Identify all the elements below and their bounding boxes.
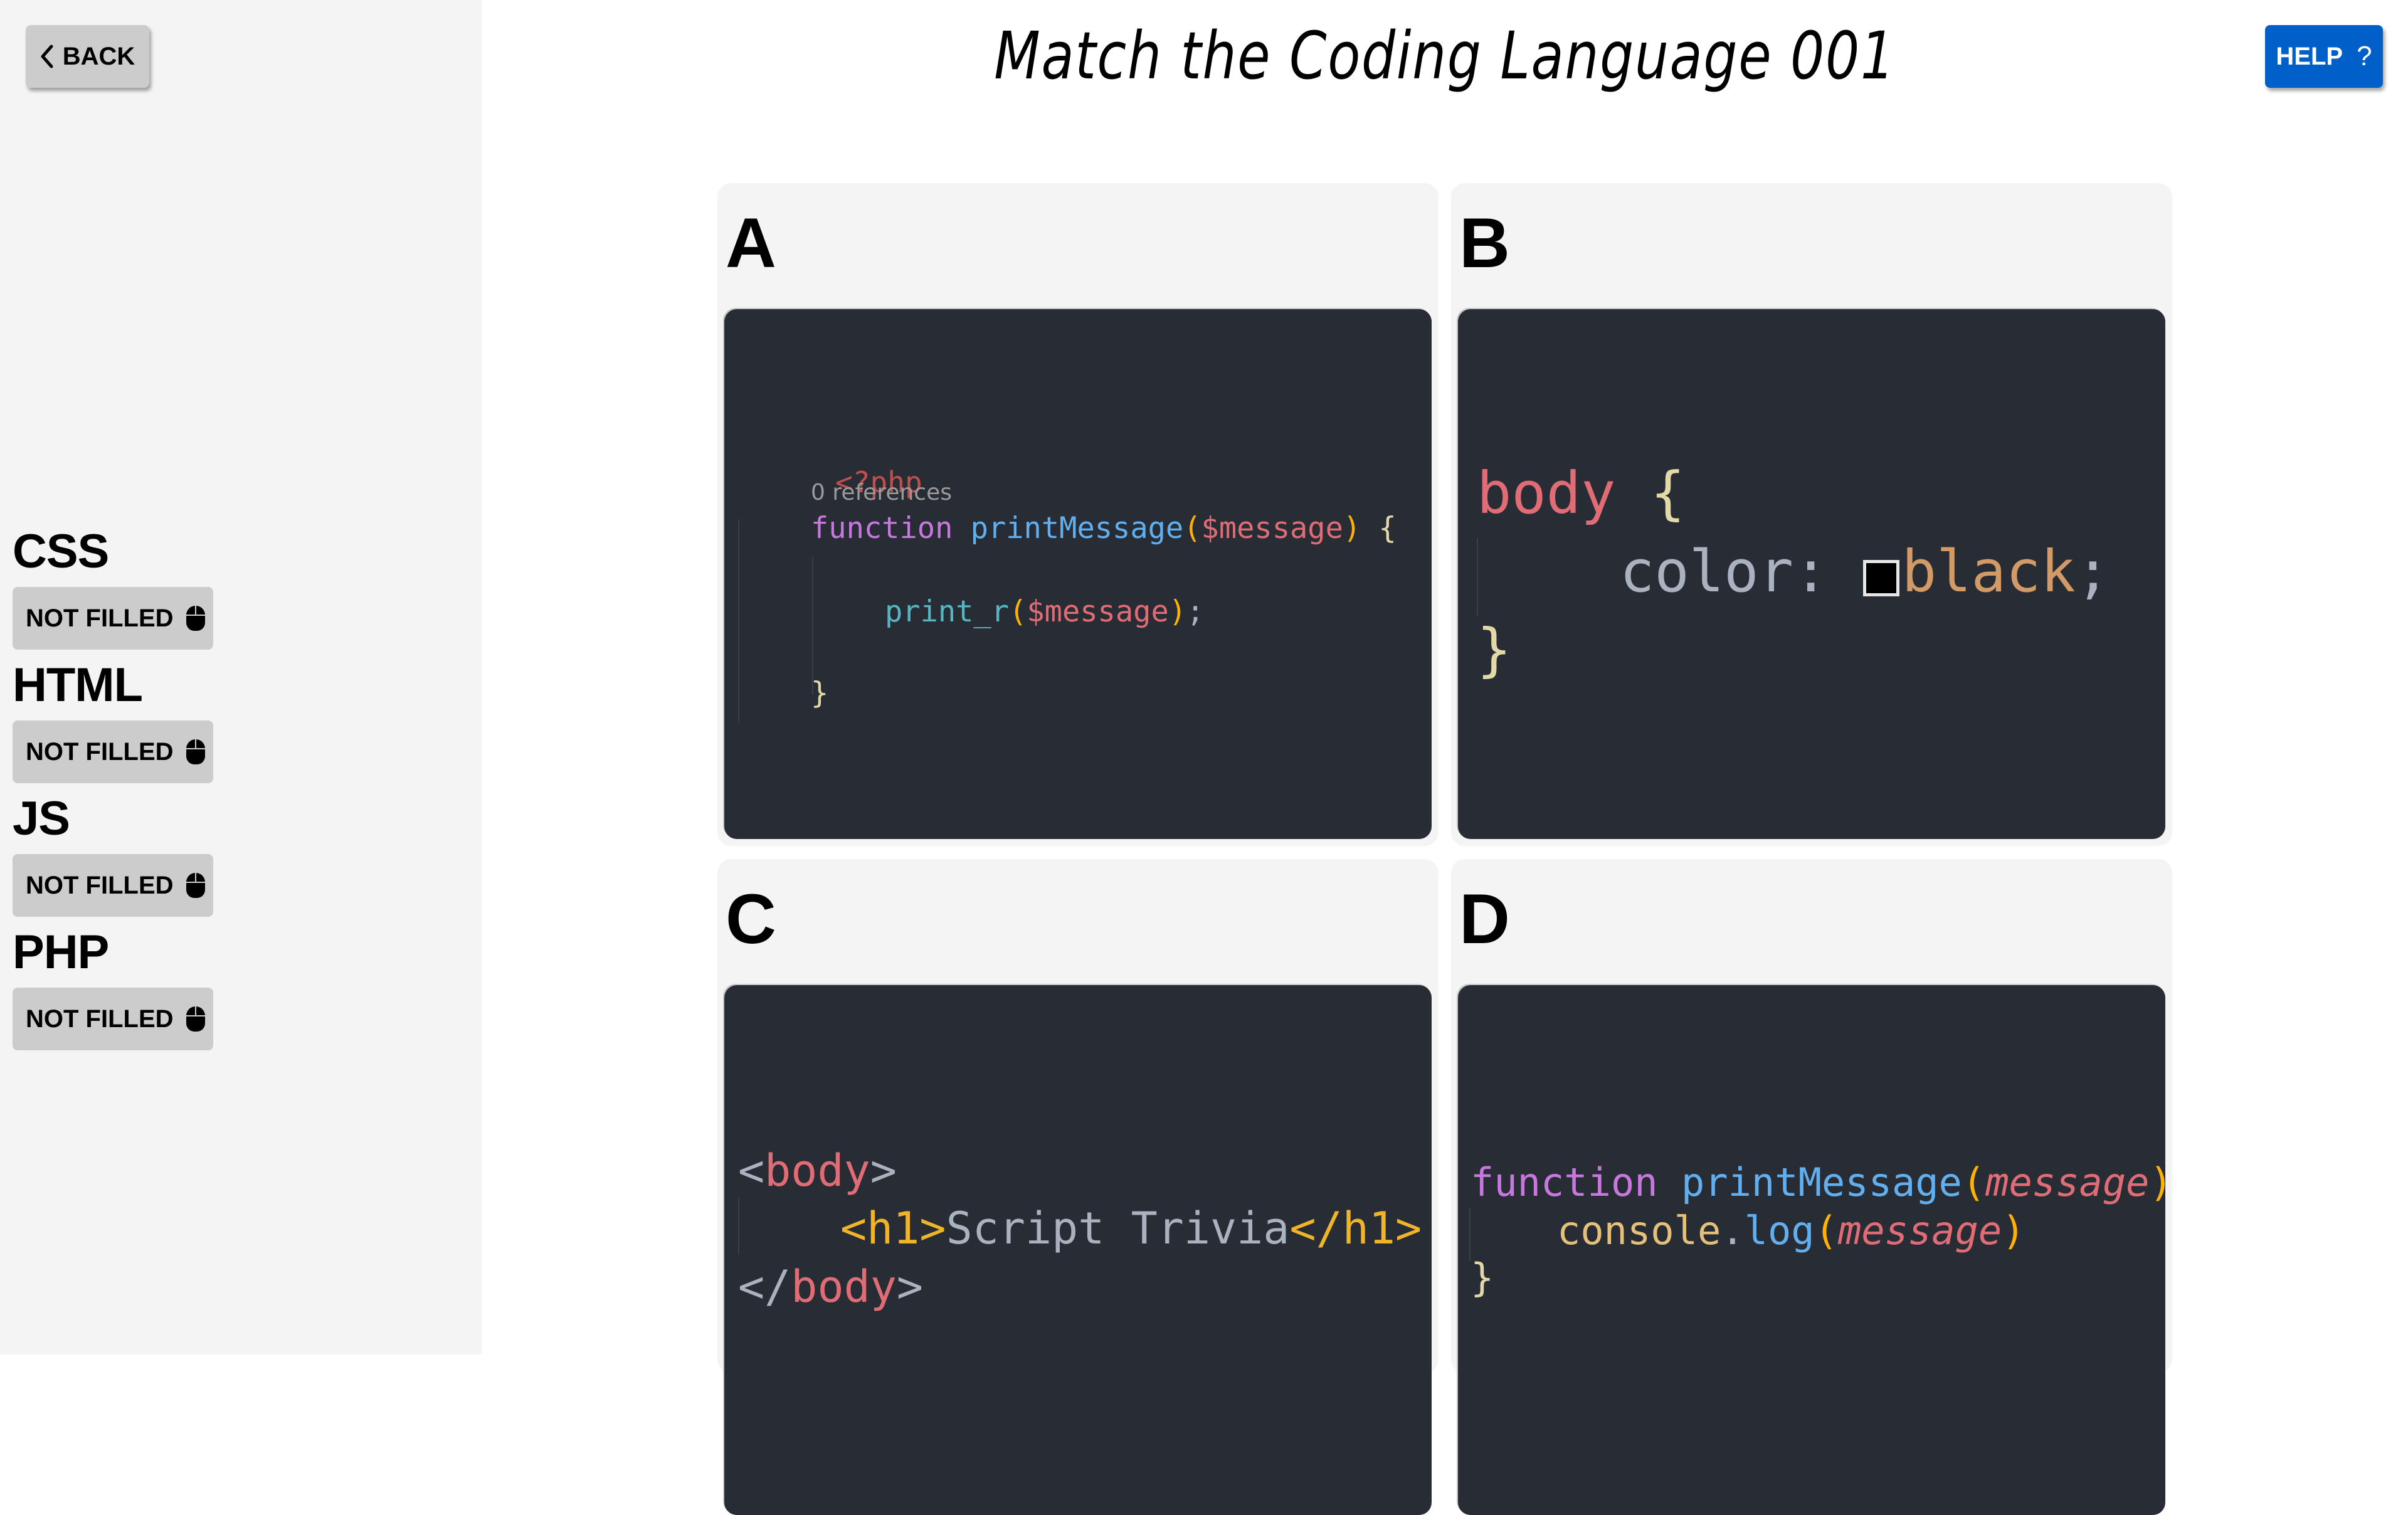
card-letter: B (1459, 204, 1510, 282)
code-line: } (811, 676, 829, 710)
code-snippet: <body> <h1>Script Trivia</h1> </body> (724, 985, 1432, 1515)
language-label: HTML (13, 658, 143, 712)
code-card-a[interactable]: A <?php 0 references function printMessa… (717, 183, 1439, 846)
indent-guide (738, 1198, 739, 1255)
code-line: color: black; (1620, 538, 2111, 605)
code-card-c[interactable]: C <body> <h1>Script Trivia</h1> </body> (717, 859, 1439, 1515)
help-button[interactable]: HELP ? (2265, 25, 2383, 88)
language-slot-css: CSS NOT FILLED (13, 528, 213, 650)
code-snippet: body { color: black; } (1458, 309, 2165, 839)
code-snippet: function printMessage(message) { console… (1458, 985, 2165, 1515)
code-line: body { (1477, 460, 1686, 527)
help-label: HELP (2276, 42, 2343, 70)
card-letter: D (1459, 880, 1510, 958)
code-card-b[interactable]: B body { color: black; } (1451, 183, 2172, 846)
page-title: Match the Coding Language 001 (994, 18, 1896, 94)
mouse-icon (186, 606, 205, 631)
language-slot-html: HTML NOT FILLED (13, 662, 213, 783)
code-line: } (1477, 616, 1512, 684)
card-letter: A (726, 204, 776, 282)
chevron-left-icon (41, 45, 53, 68)
code-line: function printMessage($message) { (811, 511, 1397, 546)
code-snippet: <?php 0 references function printMessage… (724, 309, 1432, 839)
code-line: function printMessage(message) { (1471, 1159, 2165, 1205)
status-text: NOT FILLED (26, 737, 174, 766)
status-button-html[interactable]: NOT FILLED (13, 721, 213, 783)
code-line: <body> (738, 1145, 897, 1196)
back-button[interactable]: BACK (26, 25, 149, 88)
mouse-icon (186, 1006, 205, 1032)
status-button-js[interactable]: NOT FILLED (13, 854, 213, 917)
language-label: PHP (13, 926, 109, 979)
mouse-icon (186, 739, 205, 764)
code-line: <h1>Script Trivia</h1> (840, 1203, 1422, 1254)
status-text: NOT FILLED (26, 1005, 174, 1033)
indent-guide (738, 519, 739, 723)
status-button-php[interactable]: NOT FILLED (13, 988, 213, 1050)
language-slot-js: JS NOT FILLED (13, 795, 213, 917)
code-line: console.log(message) (1557, 1208, 2025, 1254)
code-line: </body> (738, 1261, 924, 1312)
language-label: JS (13, 792, 70, 845)
question-mark-icon: ? (2357, 41, 2372, 71)
language-slot-php: PHP NOT FILLED (13, 929, 213, 1050)
code-card-d[interactable]: D function printMessage(message) { conso… (1451, 859, 2172, 1515)
indent-guide (1469, 1208, 1471, 1261)
status-text: NOT FILLED (26, 604, 174, 632)
language-label: CSS (13, 525, 109, 578)
status-button-css[interactable]: NOT FILLED (13, 587, 213, 650)
indent-guide (1477, 538, 1478, 616)
indent-guide (812, 557, 813, 695)
color-swatch (1862, 560, 1899, 596)
codelens-references: 0 references (811, 480, 952, 505)
code-line: print_r($message); (885, 594, 1205, 629)
mouse-icon (186, 873, 205, 898)
sidebar: BACK CSS NOT FILLED HTML NOT FILLED JS N… (0, 0, 482, 1354)
code-line: } (1471, 1255, 1494, 1301)
card-letter: C (726, 880, 776, 958)
back-label: BACK (62, 42, 135, 70)
status-text: NOT FILLED (26, 871, 174, 899)
